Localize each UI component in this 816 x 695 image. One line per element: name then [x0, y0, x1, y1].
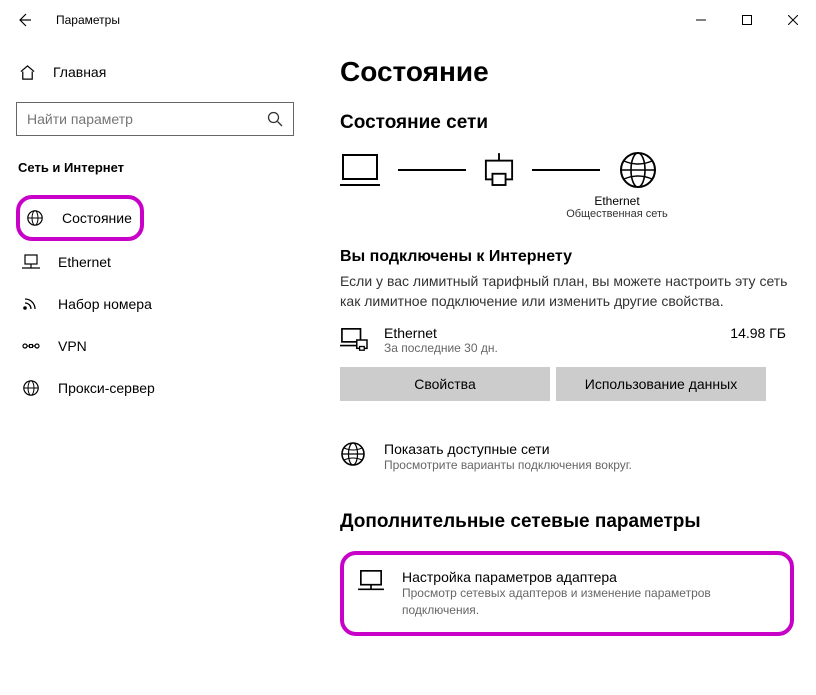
caption-buttons	[678, 5, 816, 35]
sidebar-item-vpn[interactable]: VPN	[16, 325, 294, 367]
link-sub: Просмотр сетевых адаптеров и изменение п…	[402, 585, 776, 617]
adapter-settings-link[interactable]: Настройка параметров адаптера Просмотр с…	[358, 565, 776, 621]
titlebar-left: Параметры	[12, 8, 120, 32]
ethernet-usage-text: Ethernet За последние 30 дн.	[384, 325, 714, 355]
sidebar-item-dialup[interactable]: Набор номера	[16, 283, 294, 325]
sidebar-item-status[interactable]: Состояние	[16, 195, 144, 241]
computer-icon	[340, 152, 380, 188]
ethernet-data-size: 14.98 ГБ	[730, 325, 786, 341]
network-diagram	[340, 150, 794, 190]
network-status-title: Состояние сети	[340, 112, 794, 134]
link-title: Настройка параметров адаптера	[402, 569, 776, 585]
globe-icon	[340, 441, 366, 467]
button-row: Свойства Использование данных	[340, 367, 794, 401]
data-usage-button[interactable]: Использование данных	[556, 367, 766, 401]
sidebar-home[interactable]: Главная	[16, 56, 294, 94]
search-input[interactable]	[27, 111, 267, 127]
sidebar-home-label: Главная	[53, 64, 106, 80]
ethernet-icon	[22, 253, 40, 271]
ethernet-adapter-icon	[484, 153, 514, 187]
link-sub: Просмотрите варианты подключения вокруг.	[384, 457, 632, 473]
sidebar: Главная Сеть и Интернет Состояние Ethern…	[0, 40, 310, 695]
adapter-monitor-icon	[358, 569, 384, 595]
ethernet-monitor-icon	[340, 327, 368, 355]
sidebar-item-label: Ethernet	[58, 254, 111, 270]
ethernet-name: Ethernet	[384, 325, 714, 341]
advanced-section-title: Дополнительные сетевые параметры	[340, 511, 794, 533]
titlebar: Параметры	[0, 0, 816, 40]
minimize-icon	[696, 15, 706, 25]
highlight-adapter-settings: Настройка параметров адаптера Просмотр с…	[340, 551, 794, 635]
link-title: Показать доступные сети	[384, 441, 632, 457]
sidebar-item-label: VPN	[58, 338, 87, 354]
maximize-icon	[742, 15, 752, 25]
content: Главная Сеть и Интернет Состояние Ethern…	[0, 40, 816, 695]
show-available-networks[interactable]: Показать доступные сети Просмотрите вари…	[340, 437, 794, 477]
dialup-icon	[22, 295, 40, 313]
vpn-icon	[22, 337, 40, 355]
ethernet-usage-row: Ethernet За последние 30 дн. 14.98 ГБ	[340, 325, 794, 355]
diagram-adapter-name: Ethernet	[440, 194, 794, 208]
diagram-adapter-sub: Общественная сеть	[440, 208, 794, 220]
link-text: Показать доступные сети Просмотрите вари…	[384, 441, 632, 473]
ethernet-sub: За последние 30 дн.	[384, 341, 714, 355]
sidebar-item-label: Состояние	[62, 210, 132, 226]
main-panel: Состояние Состояние сети Ethernet Общест…	[310, 40, 816, 695]
sidebar-item-label: Набор номера	[58, 296, 152, 312]
diagram-line	[532, 169, 600, 171]
arrow-left-icon	[16, 12, 32, 28]
close-button[interactable]	[770, 5, 816, 35]
connected-desc: Если у вас лимитный тарифный план, вы мо…	[340, 272, 794, 311]
page-title: Состояние	[340, 56, 794, 88]
search-icon	[267, 111, 283, 127]
connected-title: Вы подключены к Интернету	[340, 248, 794, 266]
home-icon	[19, 64, 35, 80]
sidebar-category: Сеть и Интернет	[18, 160, 294, 175]
sidebar-item-ethernet[interactable]: Ethernet	[16, 241, 294, 283]
close-icon	[788, 15, 798, 25]
maximize-button[interactable]	[724, 5, 770, 35]
status-icon	[26, 209, 44, 227]
diagram-line	[398, 169, 466, 171]
globe-icon	[618, 150, 658, 190]
window-title: Параметры	[56, 13, 120, 27]
link-text: Настройка параметров адаптера Просмотр с…	[402, 569, 776, 617]
proxy-icon	[22, 379, 40, 397]
sidebar-item-proxy[interactable]: Прокси-сервер	[16, 367, 294, 409]
diagram-labels: Ethernet Общественная сеть	[440, 194, 794, 220]
back-button[interactable]	[12, 8, 36, 32]
minimize-button[interactable]	[678, 5, 724, 35]
properties-button[interactable]: Свойства	[340, 367, 550, 401]
search-box[interactable]	[16, 102, 294, 136]
sidebar-item-label: Прокси-сервер	[58, 380, 155, 396]
